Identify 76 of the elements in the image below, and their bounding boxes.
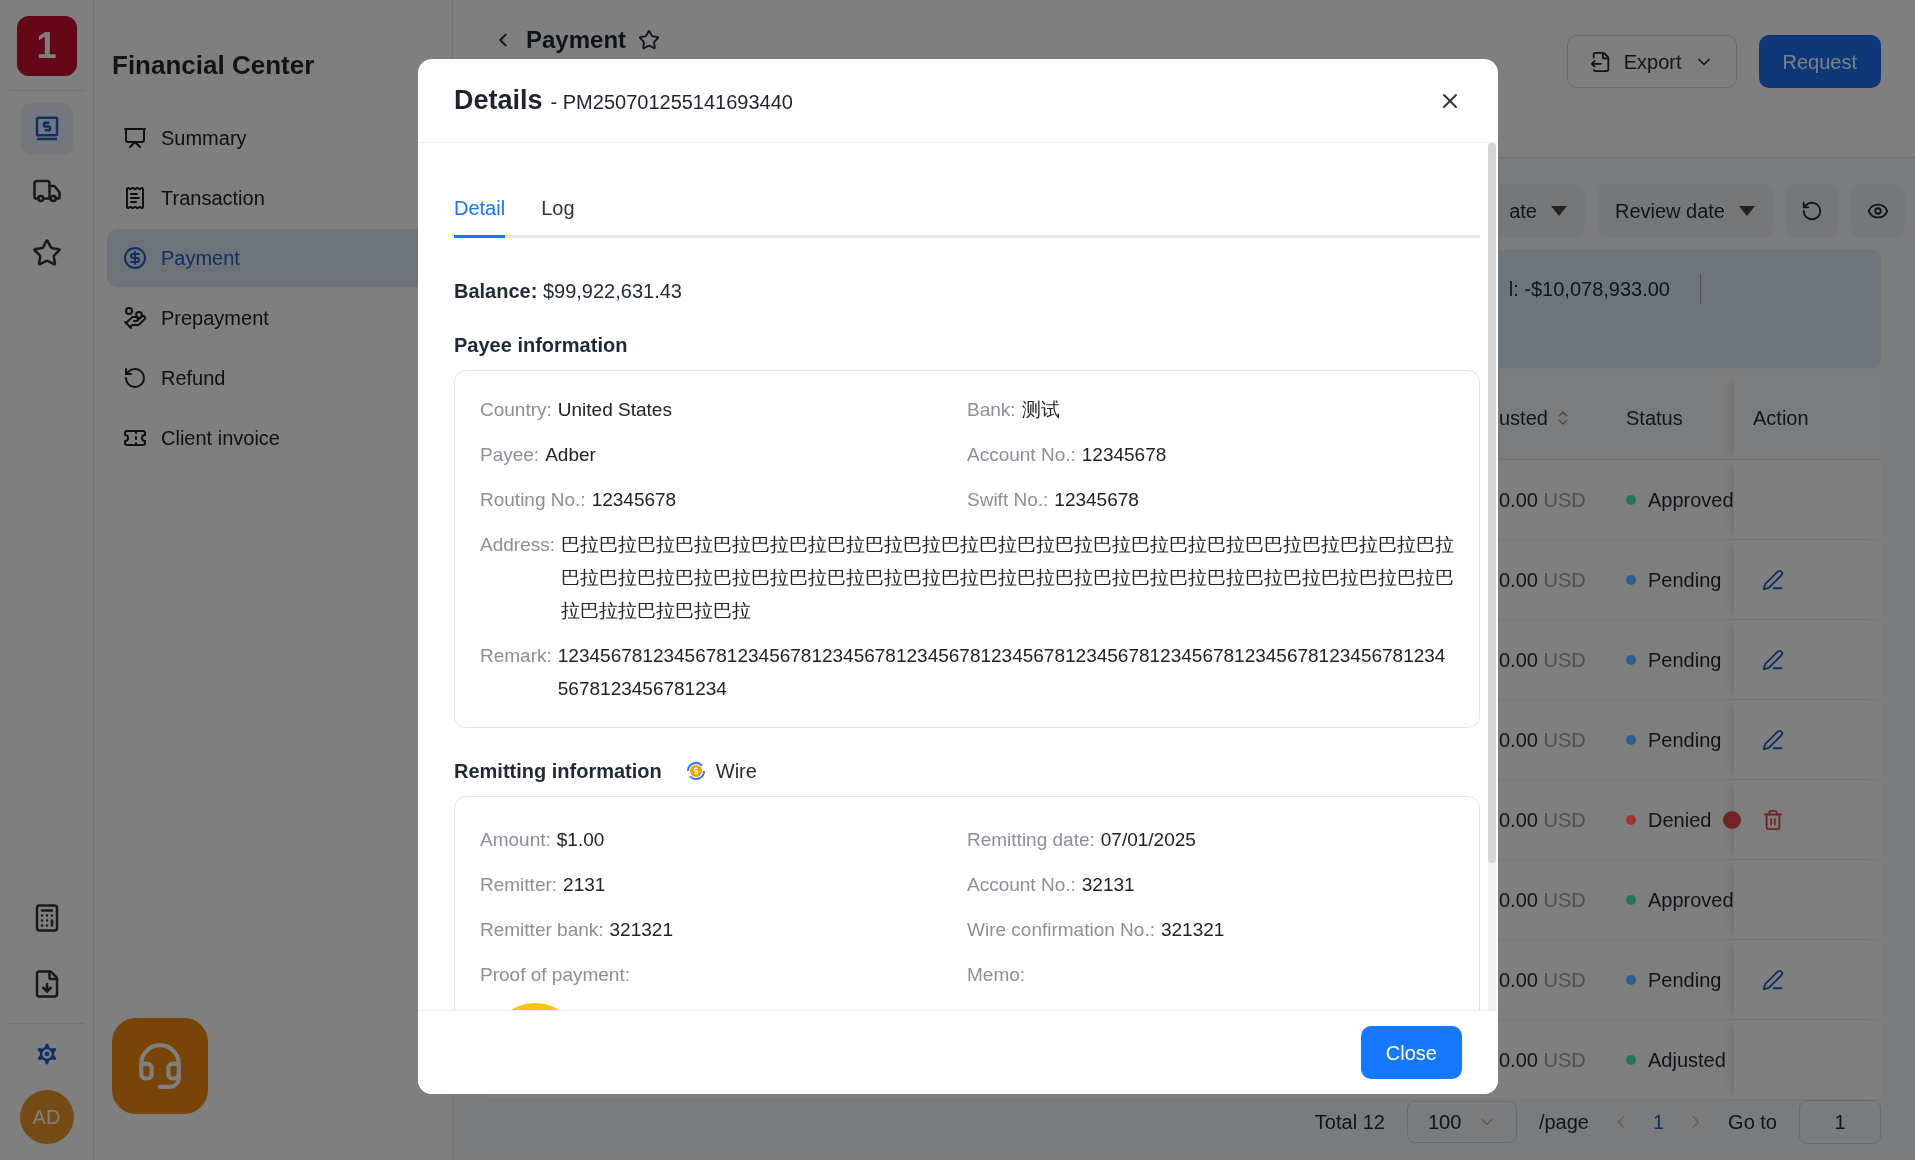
- dialog-tab[interactable]: Detail: [454, 193, 506, 238]
- field-text: Country: United States: [480, 398, 673, 422]
- chart-monitor-icon: [123, 126, 147, 150]
- refresh-icon: [1801, 199, 1823, 222]
- summary-total: l: -$10,078,933.00: [1508, 273, 1701, 304]
- status-label: Pending: [1648, 567, 1722, 593]
- edit-button[interactable]: [1762, 568, 1784, 591]
- section-title: Remitting information: [454, 759, 662, 784]
- status-label: Adjusted: [1648, 1047, 1726, 1073]
- section-title: Payee information: [454, 333, 629, 358]
- page-size-select[interactable]: 100: [1406, 1101, 1517, 1143]
- edit-button[interactable]: [1762, 648, 1784, 671]
- filter-dropdown[interactable]: Review date: [1596, 183, 1773, 238]
- field-text: Remitter bank: 321321: [480, 918, 674, 942]
- status-label: Pending: [1648, 647, 1722, 673]
- go-to-field[interactable]: 1: [1799, 1100, 1881, 1144]
- sidebar-title: Financial Center: [111, 49, 316, 82]
- remit-method: Wire: [715, 759, 757, 784]
- support-button[interactable]: [112, 1018, 208, 1114]
- status-label: Pending: [1648, 967, 1722, 993]
- total-count: Total 12: [1314, 1110, 1385, 1135]
- refund-icon: [123, 366, 147, 390]
- field-text: Swift No.: 12345678: [967, 488, 1140, 512]
- file-export-icon: [1589, 50, 1612, 73]
- field-text: Address: 巴拉巴拉巴拉巴拉巴拉巴拉巴拉巴拉巴拉巴拉巴拉巴拉巴拉巴拉巴拉巴拉巴拉巴拉巴巴拉巴拉巴拉巴拉巴拉巴拉巴拉巴拉巴拉巴拉巴拉巴拉巴拉巴拉巴拉巴拉巴拉巴拉巴拉巴拉巴拉巴拉巴拉巴拉巴拉巴拉巴拉巴拉巴拉巴拉拉巴拉巴拉巴拉: [480, 533, 1454, 623]
- field-text: Remitting date: 07/01/2025: [967, 828, 1197, 852]
- refresh-button[interactable]: [1785, 183, 1839, 238]
- page-number[interactable]: 1: [1652, 1107, 1665, 1137]
- delete-button[interactable]: [1762, 808, 1784, 831]
- dollar-circle-icon: [123, 246, 147, 270]
- view-button[interactable]: [1851, 183, 1905, 238]
- column-header: usted: [1499, 405, 1548, 431]
- status-label: Pending: [1648, 727, 1722, 753]
- request-button[interactable]: Request: [1758, 35, 1881, 88]
- sidebar-item[interactable]: Client invoice: [107, 409, 439, 467]
- edit-button[interactable]: [1762, 728, 1784, 751]
- close-button[interactable]: Close: [1360, 1026, 1462, 1079]
- alert-icon: [1723, 810, 1742, 829]
- page-title: Payment: [526, 25, 627, 55]
- hand-coins-icon: [123, 306, 147, 330]
- balance-text: Balance: $99,922,631.43: [454, 279, 683, 304]
- status-label: Approved: [1648, 487, 1734, 513]
- field-text: Payee: Adber: [480, 443, 597, 467]
- field-text: Routing No.: 12345678: [480, 488, 678, 512]
- export-button[interactable]: Export: [1566, 35, 1737, 88]
- field-text: Proof of payment:: [480, 963, 631, 987]
- field-text: Remark: 1234567812345678123456781234567812345678123456781234567812345678123456781234567812345678123456781234: [480, 644, 1447, 701]
- sidebar-item[interactable]: Refund: [107, 349, 439, 407]
- rail-nav-item[interactable]: [20, 103, 73, 155]
- go-to-label: Go to: [1728, 1110, 1777, 1135]
- field-text: Account No.: 32131: [967, 873, 1136, 897]
- field-text: Bank: 测试: [967, 398, 1061, 422]
- payment-id: - PM250701255141693440: [550, 90, 793, 116]
- field-text: Amount: $1.00: [480, 828, 606, 852]
- star-icon[interactable]: [638, 29, 661, 51]
- star-icon: [31, 238, 62, 268]
- caret-down-icon: [1550, 205, 1567, 216]
- scrollbar-thumb[interactable]: [1488, 143, 1496, 863]
- receipt-icon: [123, 186, 147, 210]
- sidebar-item[interactable]: Prepayment: [107, 289, 439, 347]
- field-text: Account No.: 12345678: [967, 443, 1168, 467]
- sidebar-item[interactable]: Transaction: [107, 169, 439, 227]
- dialog-tab[interactable]: Log: [541, 193, 575, 238]
- status-label: Approved: [1648, 887, 1734, 913]
- column-header: Status: [1625, 405, 1684, 431]
- field-text: Wire confirmation No.: 321321: [967, 918, 1226, 942]
- column-header: Action: [1734, 376, 1881, 459]
- caret-down-icon: [1739, 205, 1755, 216]
- dialog-title: Details: [454, 84, 543, 118]
- per-page-label: /page: [1538, 1110, 1589, 1135]
- sidebar-item[interactable]: Summary: [107, 109, 439, 167]
- field-text: Remitter: 2131: [480, 873, 607, 897]
- edit-button[interactable]: [1762, 968, 1784, 991]
- status-label: Denied: [1648, 807, 1712, 833]
- field-text: Memo:: [967, 963, 1027, 987]
- app-logo: 1: [16, 16, 77, 76]
